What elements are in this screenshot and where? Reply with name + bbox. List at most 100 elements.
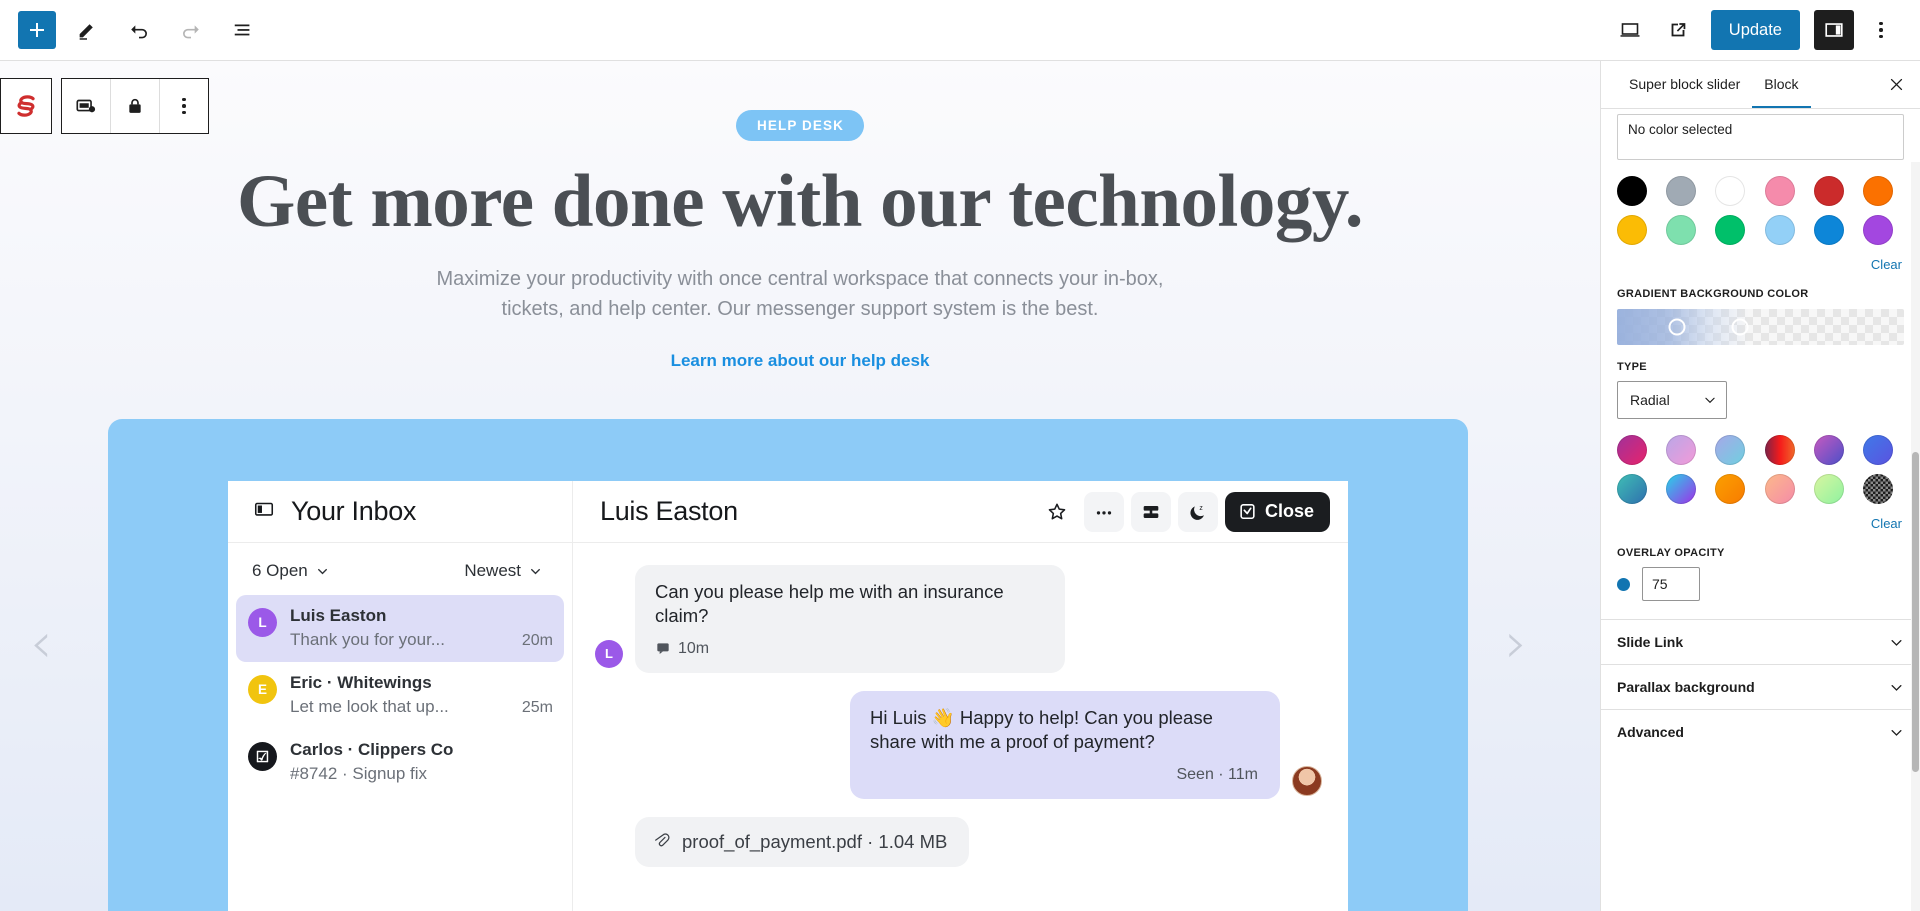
- color-swatch[interactable]: [1666, 176, 1697, 206]
- gradient-swatch[interactable]: [1813, 435, 1844, 465]
- attachment-chip[interactable]: proof_of_payment.pdf · 1.04 MB: [635, 816, 970, 867]
- chevron-down-icon: [1891, 729, 1902, 736]
- sidebar-scrollbar-thumb[interactable]: [1912, 452, 1919, 772]
- sidebar-panel-icon: [1825, 23, 1843, 37]
- update-button[interactable]: Update: [1710, 10, 1800, 50]
- editor-options-button[interactable]: [1860, 9, 1902, 51]
- gradient-swatch[interactable]: [1862, 474, 1893, 504]
- snooze-moon-icon[interactable]: z: [1177, 491, 1218, 532]
- gradient-swatch[interactable]: [1617, 435, 1647, 465]
- color-swatch[interactable]: [1617, 215, 1647, 245]
- list-item-body: Carlos · Clippers Co #8742 · Signup fix: [290, 740, 553, 784]
- gradient-swatch[interactable]: [1764, 474, 1795, 504]
- list-item-body: Luis Easton Thank you for your... 20m: [290, 606, 553, 650]
- panel-slide-link[interactable]: Slide Link: [1601, 619, 1920, 664]
- color-swatch[interactable]: [1813, 215, 1844, 245]
- top-bar-left-tools: [18, 9, 264, 51]
- gradient-swatch[interactable]: [1764, 435, 1795, 465]
- app-mockup-frame: Your Inbox 6 Open Newest L Luis Easton T…: [108, 419, 1468, 911]
- app-mockup-screenshot: Your Inbox 6 Open Newest L Luis Easton T…: [228, 481, 1348, 911]
- color-swatch[interactable]: [1862, 215, 1893, 245]
- block-type-button[interactable]: [0, 78, 52, 134]
- slider-block-button[interactable]: [62, 79, 110, 133]
- chat-header: Luis Easton z Close: [573, 481, 1348, 543]
- panel-advanced[interactable]: Advanced: [1601, 709, 1920, 754]
- top-bar-right-tools: Update: [1609, 9, 1902, 51]
- undo-icon: [131, 25, 147, 39]
- list-item[interactable]: L Luis Easton Thank you for your... 20m: [236, 595, 564, 662]
- color-swatch[interactable]: [1617, 176, 1647, 206]
- gradient-type-select[interactable]: Radial: [1617, 381, 1727, 419]
- block-options-button[interactable]: [160, 79, 208, 133]
- gradient-swatch[interactable]: [1715, 435, 1746, 465]
- star-icon[interactable]: [1037, 492, 1077, 532]
- sidebar-scrollbar[interactable]: [1911, 162, 1920, 911]
- redo-button[interactable]: [170, 9, 212, 51]
- list-item[interactable]: ☑ Carlos · Clippers Co #8742 · Signup fi…: [236, 729, 564, 796]
- desktop-icon: [1620, 23, 1640, 37]
- device-preview-button[interactable]: [1609, 9, 1651, 51]
- color-swatch[interactable]: [1764, 176, 1795, 206]
- hero-subtitle: Maximize your productivity with once cen…: [436, 267, 1164, 321]
- gradient-swatch[interactable]: [1617, 474, 1647, 504]
- inbox-sort-filter[interactable]: Newest: [464, 561, 542, 581]
- clear-color-button[interactable]: Clear: [1617, 257, 1904, 272]
- pencil-icon: [79, 24, 93, 40]
- clear-gradient-button[interactable]: Clear: [1617, 516, 1904, 531]
- panel-slide-link-label: Slide Link: [1617, 634, 1684, 650]
- conversation-time: 25m: [521, 699, 553, 716]
- add-block-button[interactable]: [18, 11, 56, 49]
- list-view-button[interactable]: [222, 9, 264, 51]
- gradient-swatch[interactable]: [1813, 474, 1844, 504]
- slider-next-arrow[interactable]: ›: [1505, 616, 1527, 672]
- chevron-down-icon: [1891, 639, 1902, 646]
- lock-icon: [129, 98, 141, 113]
- color-swatch[interactable]: [1813, 176, 1844, 206]
- message-row-outgoing: Hi Luis 👋 Happy to help! Can you please …: [595, 690, 1322, 799]
- overlay-opacity-section: OVERLAY OPACITY: [1601, 547, 1920, 619]
- avatar: L: [248, 608, 277, 637]
- opacity-slider-handle[interactable]: [1617, 577, 1630, 591]
- tab-block[interactable]: Block: [1752, 61, 1811, 108]
- gradient-swatch[interactable]: [1666, 435, 1697, 465]
- learn-more-link[interactable]: Learn more about our help desk: [671, 351, 930, 371]
- lock-button[interactable]: [111, 79, 159, 133]
- gradient-swatch[interactable]: [1862, 435, 1893, 465]
- inbox-status-filter[interactable]: 6 Open: [252, 561, 329, 581]
- ticket-icon[interactable]: [1130, 491, 1171, 532]
- conversation-name: Luis Easton: [290, 606, 387, 625]
- ellipsis-icon[interactable]: [1083, 491, 1124, 532]
- gradient-swatch[interactable]: [1715, 474, 1746, 504]
- gradient-preview-bar[interactable]: [1617, 309, 1904, 345]
- conversation-meta: Thank you for your... 20m: [290, 630, 553, 650]
- super-blocks-logo-icon: [17, 95, 35, 117]
- inbox-filters: 6 Open Newest: [228, 543, 572, 591]
- color-swatch[interactable]: [1715, 176, 1746, 206]
- undo-button[interactable]: [118, 9, 160, 51]
- gradient-stop-handle-2[interactable]: [1731, 318, 1749, 336]
- message-text: Can you please help me with an insurance…: [655, 581, 1004, 627]
- color-swatch[interactable]: [1715, 215, 1746, 245]
- help-desk-badge: HELP DESK: [736, 110, 864, 141]
- view-site-button[interactable]: [1657, 9, 1699, 51]
- slider-prev-arrow[interactable]: ‹: [30, 616, 52, 672]
- tab-super-block-slider[interactable]: Super block slider: [1617, 61, 1752, 108]
- opacity-input[interactable]: [1642, 567, 1700, 601]
- gradient-stop-handle-1[interactable]: [1668, 318, 1686, 336]
- settings-sidebar-toggle[interactable]: [1814, 10, 1854, 50]
- message-bubble: Can you please help me with an insurance…: [635, 565, 1065, 673]
- list-item[interactable]: E Eric · Whitewings Let me look that up.…: [236, 662, 564, 729]
- gradient-swatch[interactable]: [1666, 474, 1697, 504]
- panel-parallax-background[interactable]: Parallax background: [1601, 664, 1920, 709]
- editor-canvas: HELP DESK Get more done with our technol…: [0, 61, 1600, 911]
- color-swatch[interactable]: [1666, 215, 1697, 245]
- inbox-header: Your Inbox: [228, 481, 572, 543]
- edit-tool-button[interactable]: [66, 9, 108, 51]
- close-button[interactable]: Close: [1224, 491, 1330, 532]
- color-swatch[interactable]: [1862, 176, 1893, 206]
- message-meta: 10m: [655, 638, 1043, 659]
- message-row-attachment: proof_of_payment.pdf · 1.04 MB: [595, 816, 1322, 867]
- clipboard-check-icon: ☑: [248, 742, 277, 771]
- close-sidebar-button[interactable]: [1876, 61, 1916, 108]
- color-swatch[interactable]: [1764, 215, 1795, 245]
